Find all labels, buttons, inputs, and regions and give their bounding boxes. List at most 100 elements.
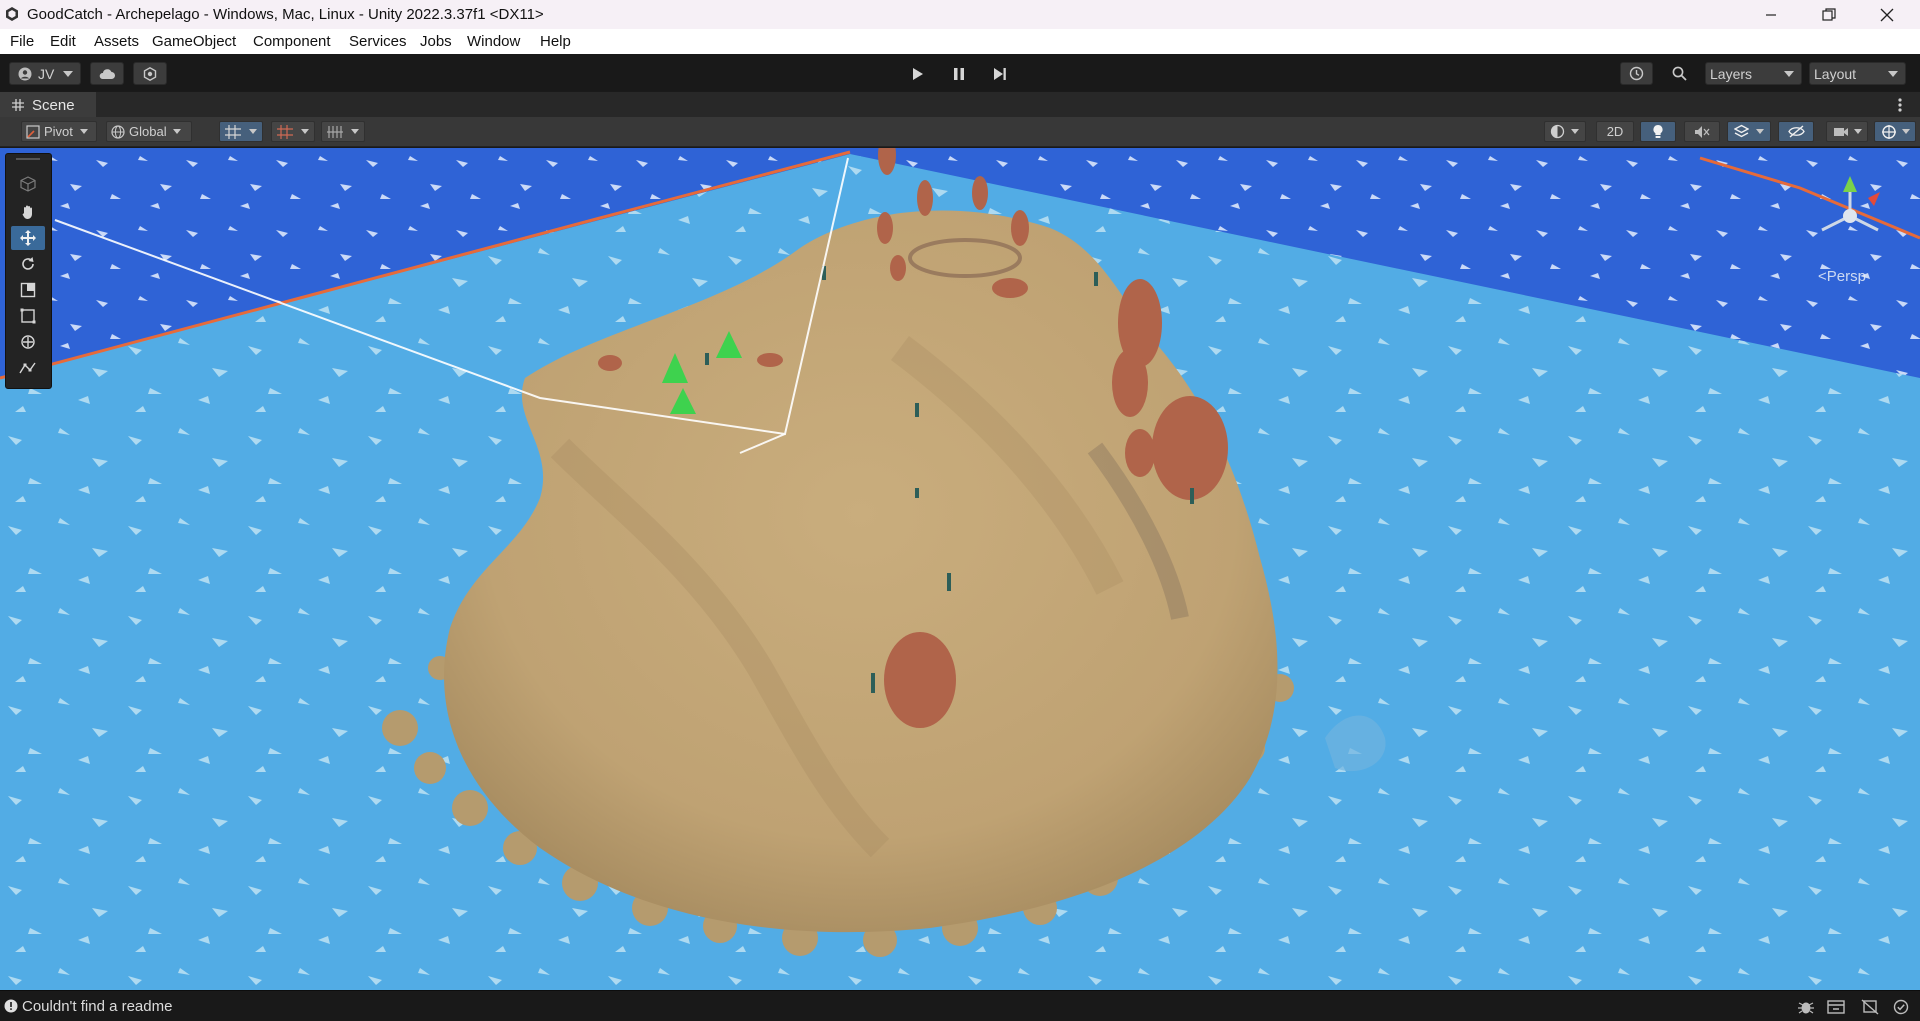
mode-2d-label: 2D — [1606, 124, 1624, 139]
chevron-down-icon — [1854, 129, 1862, 134]
light-bulb-icon — [1653, 124, 1663, 138]
account-label: JV — [38, 65, 55, 82]
chevron-down-icon — [1756, 129, 1764, 134]
chevron-down-icon — [1888, 71, 1898, 77]
pivot-dropdown[interactable]: Pivot — [21, 121, 97, 142]
pause-button[interactable] — [941, 62, 977, 85]
grid-icon — [12, 99, 24, 111]
restore-icon — [1822, 7, 1836, 21]
more-options-icon[interactable] — [1897, 97, 1903, 113]
info-icon — [4, 999, 18, 1013]
custom-tool-button[interactable] — [11, 356, 45, 380]
menu-help[interactable]: Help — [540, 33, 571, 50]
search-button[interactable] — [1664, 62, 1694, 85]
chevron-down-icon — [1784, 71, 1794, 77]
global-label: Global — [129, 124, 167, 139]
step-button[interactable] — [982, 62, 1018, 85]
check-icon[interactable] — [1893, 999, 1909, 1015]
cloud-icon — [99, 68, 115, 79]
lighting-toggle[interactable] — [1640, 121, 1676, 142]
unity-logo-icon — [6, 7, 18, 21]
rect-tool-button[interactable] — [11, 304, 45, 328]
menu-bar: File Edit Assets GameObject Component Se… — [0, 29, 1920, 54]
menu-assets[interactable]: Assets — [94, 33, 139, 50]
restore-button[interactable] — [1801, 0, 1857, 29]
status-message[interactable]: Couldn't find a readme — [22, 998, 172, 1015]
camera-dropdown[interactable] — [1826, 121, 1868, 142]
rotate-icon — [22, 257, 34, 270]
scale-tool-button[interactable] — [11, 278, 45, 302]
history-button[interactable] — [1620, 62, 1653, 85]
eye-hidden-icon — [1787, 125, 1805, 138]
chevron-down-icon — [1902, 129, 1910, 134]
layout-dropdown[interactable]: Layout — [1809, 62, 1906, 85]
main-toolbar: JV Layers Layout — [0, 54, 1920, 91]
minimize-button[interactable] — [1743, 0, 1799, 29]
close-button[interactable] — [1859, 0, 1915, 29]
tab-scene[interactable]: Scene — [0, 92, 96, 118]
view-tool-button[interactable] — [11, 172, 45, 196]
menu-jobs[interactable]: Jobs — [420, 33, 452, 50]
layers-dropdown[interactable]: Layers — [1705, 62, 1802, 85]
transform-tool-button[interactable] — [11, 330, 45, 354]
hand-tool-button[interactable] — [11, 200, 45, 224]
debug-icon[interactable] — [1797, 999, 1815, 1015]
scale-icon — [20, 282, 36, 298]
rotate-tool-button[interactable] — [11, 252, 45, 276]
menu-component[interactable]: Component — [253, 33, 331, 50]
move-icon — [20, 230, 36, 246]
audio-toggle[interactable] — [1684, 121, 1720, 142]
layout-label: Layout — [1814, 65, 1857, 82]
chevron-down-icon — [301, 129, 309, 134]
chevron-down-icon — [351, 129, 359, 134]
custom-tool-icon — [19, 362, 36, 374]
global-dropdown[interactable]: Global — [106, 121, 192, 142]
network-icon[interactable] — [1861, 999, 1879, 1015]
hand-icon — [22, 205, 32, 219]
pivot-icon — [26, 124, 40, 139]
scene-viewport[interactable]: <Persp — [0, 148, 1920, 990]
move-tool-button[interactable] — [11, 226, 45, 250]
menu-services[interactable]: Services — [349, 33, 407, 50]
menu-edit[interactable]: Edit — [50, 33, 76, 50]
step-icon — [994, 67, 1006, 80]
scene-view-toolbar: Pivot Global 2D — [0, 117, 1920, 147]
chevron-down-icon — [63, 71, 73, 77]
effects-icon — [1734, 124, 1749, 138]
collab-button[interactable] — [133, 62, 167, 85]
transform-icon — [21, 335, 35, 349]
toggle-2d-button[interactable]: 2D — [1596, 121, 1634, 142]
close-icon — [1880, 8, 1894, 21]
status-bar: Couldn't find a readme — [0, 990, 1920, 1021]
palette-handle[interactable] — [16, 158, 40, 160]
play-button[interactable] — [900, 62, 936, 85]
scene-visibility-toggle[interactable] — [1778, 121, 1814, 142]
grid-snap-icon — [225, 124, 241, 139]
grid-visibility-button[interactable] — [271, 121, 315, 142]
play-icon — [913, 67, 923, 80]
layers-label: Layers — [1710, 65, 1753, 82]
pause-icon — [954, 67, 964, 80]
menu-window[interactable]: Window — [467, 33, 520, 50]
draw-mode-dropdown[interactable] — [1544, 121, 1586, 142]
audio-muted-icon — [1695, 125, 1710, 138]
window-title: GoodCatch - Archepelago - Windows, Mac, … — [27, 6, 544, 23]
increment-snapping-button[interactable] — [321, 121, 365, 142]
effects-dropdown[interactable] — [1727, 121, 1771, 142]
packages-icon[interactable] — [1827, 999, 1845, 1015]
chevron-down-icon — [172, 129, 181, 134]
settings-icon — [143, 66, 157, 81]
grid-snapping-button[interactable] — [219, 121, 263, 142]
cloud-button[interactable] — [90, 62, 124, 85]
shading-mode-icon — [1550, 124, 1565, 139]
user-icon — [18, 67, 32, 80]
chevron-down-icon — [79, 129, 88, 134]
search-icon — [1672, 66, 1687, 81]
cube-icon — [20, 176, 36, 192]
gizmos-dropdown[interactable] — [1874, 121, 1916, 142]
menu-file[interactable]: File — [10, 33, 34, 50]
menu-gameobject[interactable]: GameObject — [152, 33, 236, 50]
gizmos-icon — [1882, 124, 1896, 139]
account-dropdown[interactable]: JV — [9, 62, 81, 85]
camera-projection-label[interactable]: <Persp — [1818, 268, 1866, 285]
